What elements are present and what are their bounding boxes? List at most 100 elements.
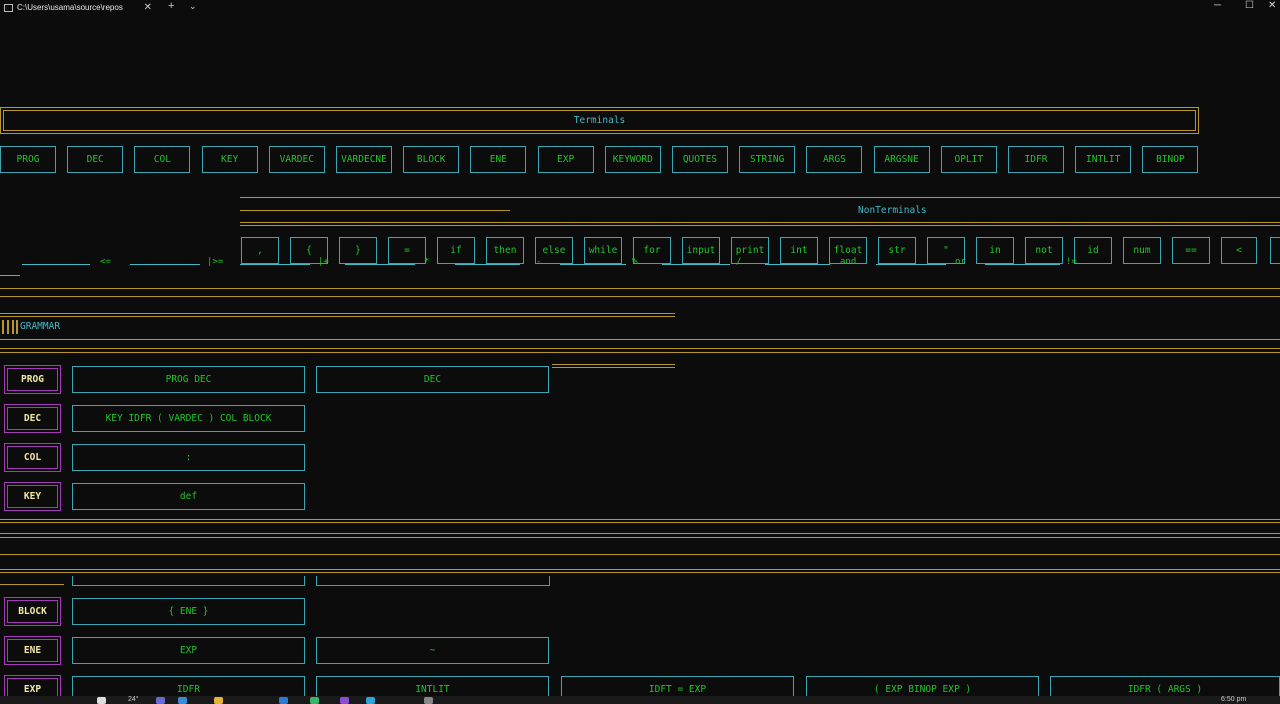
grammar-title: GRAMMAR — [20, 321, 61, 332]
divider — [0, 296, 1280, 297]
grammar-lhs: PROG — [4, 365, 61, 394]
nonterminal-box: str — [878, 237, 916, 264]
divider — [0, 519, 1280, 520]
edge-line — [22, 264, 90, 265]
nonterminals-title: NonTerminals — [858, 205, 927, 216]
divider — [0, 537, 1280, 538]
terminal-box: PROG — [0, 146, 56, 173]
clipped-box — [316, 576, 550, 586]
nonterminal-box: int — [780, 237, 818, 264]
taskbar-app-icon[interactable] — [310, 697, 319, 704]
taskbar — [0, 696, 1280, 704]
grammar-rhs: def — [72, 483, 305, 510]
edge-line — [455, 264, 520, 265]
nonterminal-box: == — [1172, 237, 1210, 264]
grammar-rhs: EXP — [72, 637, 305, 664]
operator-label: / — [736, 257, 742, 267]
divider — [0, 288, 1280, 289]
grammar-rhs: DEC — [316, 366, 549, 393]
nonterminal-box: num — [1123, 237, 1161, 264]
divider — [0, 316, 675, 317]
edge-line — [560, 264, 626, 265]
edge-line — [765, 264, 830, 265]
taskbar-app-icon[interactable] — [178, 697, 187, 704]
visual-studio-icon[interactable] — [340, 697, 349, 704]
taskbar-app-icon[interactable] — [156, 697, 165, 704]
terminal-box: DEC — [67, 146, 124, 173]
nonterminal-box: for — [633, 237, 671, 264]
terminal-box: BINOP — [1142, 146, 1199, 173]
grammar-rhs: KEY IDFR ( VARDEC ) COL BLOCK — [72, 405, 305, 432]
windows-start-icon[interactable] — [97, 697, 106, 704]
grammar-marker — [2, 320, 18, 334]
terminal-box: BLOCK — [403, 146, 460, 173]
new-tab-button[interactable]: + — [168, 0, 174, 14]
operator-label: != — [1066, 257, 1077, 267]
tab-title: C:\Users\usama\source\repos — [17, 3, 123, 12]
grammar-lhs: BLOCK — [4, 597, 61, 626]
terminal-box: INTLIT — [1075, 146, 1132, 173]
divider — [0, 554, 1280, 555]
divider — [552, 364, 675, 365]
divider — [240, 197, 1280, 198]
edge-line — [240, 264, 310, 265]
terminal-box: ARGSNE — [873, 146, 930, 173]
operator-label: - — [536, 257, 542, 267]
divider — [0, 569, 1280, 570]
grammar-rhs: { ENE } — [72, 598, 305, 625]
divider — [0, 572, 1280, 573]
terminal-tab[interactable]: C:\Users\usama\source\repos ✕ — [0, 0, 158, 15]
divider — [0, 584, 64, 585]
clock-text: 6:50 pm — [1221, 696, 1247, 703]
terminal-taskbar-icon[interactable] — [424, 697, 433, 704]
terminal-box: EXP — [537, 146, 594, 173]
grammar-rhs: PROG DEC — [72, 366, 305, 393]
grammar-lhs: COL — [4, 443, 61, 472]
grammar-lhs: KEY — [4, 482, 61, 511]
nonterminal-box: } — [339, 237, 377, 264]
vscode-icon[interactable] — [279, 697, 288, 704]
operator-label: % — [632, 257, 638, 267]
terminals-title: Terminals — [573, 115, 626, 126]
terminal-box: VARDECNE — [336, 146, 392, 173]
terminal-box: QUOTES — [672, 146, 728, 173]
nonterminal-box: not — [1025, 237, 1063, 264]
divider — [0, 522, 1280, 523]
tab-dropdown-icon[interactable]: ⌄ — [189, 0, 197, 14]
edge-line — [0, 275, 20, 276]
terminal-box: KEYWORD — [604, 146, 661, 173]
terminal-box: IDFR — [1008, 146, 1064, 173]
edge-line — [130, 264, 200, 265]
grammar-rhs: ~ — [316, 637, 549, 664]
terminal-icon — [4, 3, 13, 12]
folder-icon[interactable] — [214, 697, 223, 704]
divider — [0, 533, 1280, 534]
operator-label: |>= — [207, 257, 224, 267]
nonterminal-box — [1270, 237, 1280, 264]
operator-label: <= — [100, 257, 111, 267]
operator-label: |+ — [318, 257, 329, 267]
grammar-rhs: : — [72, 444, 305, 471]
minimize-button[interactable]: ─ — [1214, 0, 1221, 12]
browser-icon[interactable] — [366, 697, 375, 704]
grammar-lhs: DEC — [4, 404, 61, 433]
terminal-box: ARGS — [806, 146, 863, 173]
terminals-header: Terminals — [0, 107, 1199, 134]
operator-label: or — [955, 257, 966, 267]
operator-label: and — [840, 257, 857, 267]
maximize-button[interactable]: ☐ — [1245, 0, 1254, 12]
nonterminal-box: id — [1074, 237, 1112, 264]
divider — [240, 225, 1280, 226]
tab-close-icon[interactable]: ✕ — [144, 2, 152, 13]
terminal-box: COL — [134, 146, 191, 173]
divider — [0, 339, 1280, 340]
nonterminal-box: < — [1221, 237, 1257, 264]
terminal-box: VARDEC — [268, 146, 325, 173]
nonterminal-box: input — [682, 237, 720, 264]
divider — [552, 367, 675, 368]
edge-line — [876, 264, 946, 265]
close-window-button[interactable]: ✕ — [1268, 0, 1276, 12]
divider — [240, 222, 1280, 223]
terminal-box: STRING — [739, 146, 796, 173]
edge-line — [662, 264, 730, 265]
